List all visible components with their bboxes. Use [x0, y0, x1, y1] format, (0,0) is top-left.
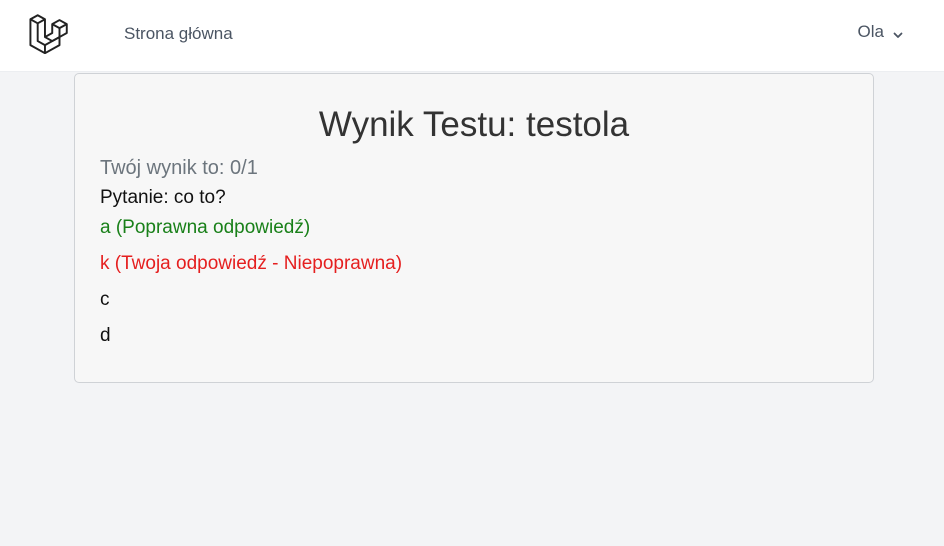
score-text: Twój wynik to: 0/1 [100, 157, 258, 179]
answer-correct: a (Poprawna odpowiedź) [100, 217, 311, 238]
user-menu-dropdown[interactable]: Ola [858, 22, 904, 42]
answer-user-wrong: k (Twoja odpowiedź - Niepoprawna) [100, 253, 403, 274]
laravel-logo-icon[interactable] [28, 12, 70, 55]
result-card: Wynik Testu: testola Twój wynik to: 0/1 … [74, 73, 874, 383]
user-name-label: Ola [857, 22, 884, 41]
answer-option: c [100, 289, 110, 310]
question-text: Pytanie: co to? [100, 187, 226, 208]
top-navbar: Strona główna Ola [0, 0, 944, 72]
chevron-down-icon [892, 26, 904, 38]
answer-option: d [100, 325, 111, 346]
page-title: Wynik Testu: testola [318, 105, 630, 144]
nav-link-home[interactable]: Strona główna [124, 24, 233, 44]
